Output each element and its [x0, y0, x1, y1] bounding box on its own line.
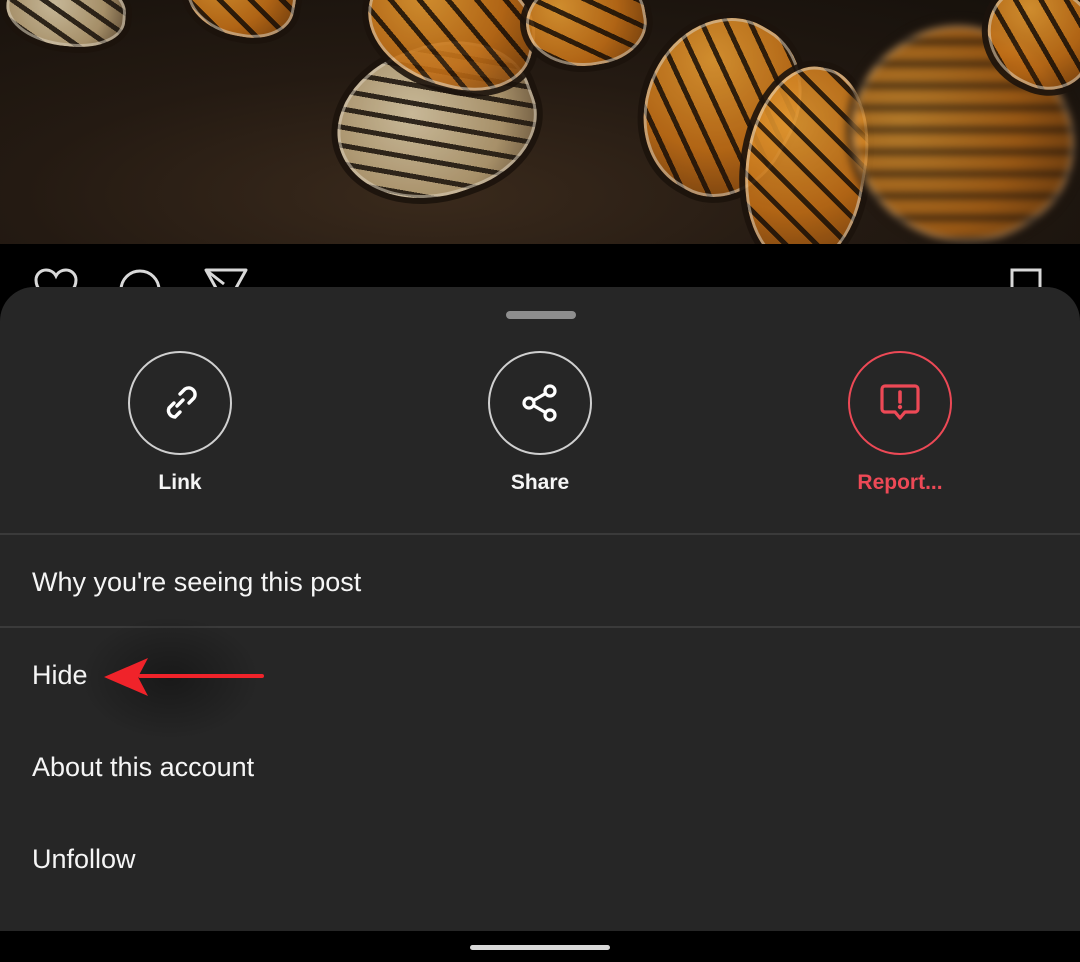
why-seeing-post-item[interactable]: Why you're seeing this post — [32, 564, 361, 600]
report-icon — [880, 384, 920, 420]
link-label: Link — [158, 471, 202, 494]
share-icon — [522, 384, 557, 422]
report-button[interactable]: Report... — [810, 351, 990, 501]
share-label: Share — [510, 471, 570, 494]
about-account-item[interactable]: About this account — [32, 749, 254, 785]
report-label: Report... — [857, 471, 943, 494]
share-circle — [488, 351, 592, 455]
hide-item[interactable]: Hide — [32, 657, 88, 693]
home-indicator[interactable] — [470, 945, 610, 950]
app-screen: Link Share Report... Why you're seeing t… — [0, 0, 1080, 962]
divider — [0, 533, 1080, 535]
share-button[interactable]: Share — [450, 351, 630, 501]
unfollow-item[interactable]: Unfollow — [32, 841, 136, 877]
system-nav-bar — [0, 931, 1080, 962]
link-button[interactable]: Link — [90, 351, 270, 501]
post-options-sheet: Link Share Report... Why you're seeing t… — [0, 287, 1080, 931]
link-icon — [166, 386, 197, 419]
butterfly-wing — [0, 0, 136, 58]
butterfly-wing — [512, 0, 660, 83]
butterfly-wing — [172, 0, 310, 52]
link-circle — [128, 351, 232, 455]
divider — [0, 626, 1080, 628]
sheet-grabber[interactable] — [506, 311, 576, 319]
post-photo — [0, 0, 1080, 244]
report-circle — [848, 351, 952, 455]
